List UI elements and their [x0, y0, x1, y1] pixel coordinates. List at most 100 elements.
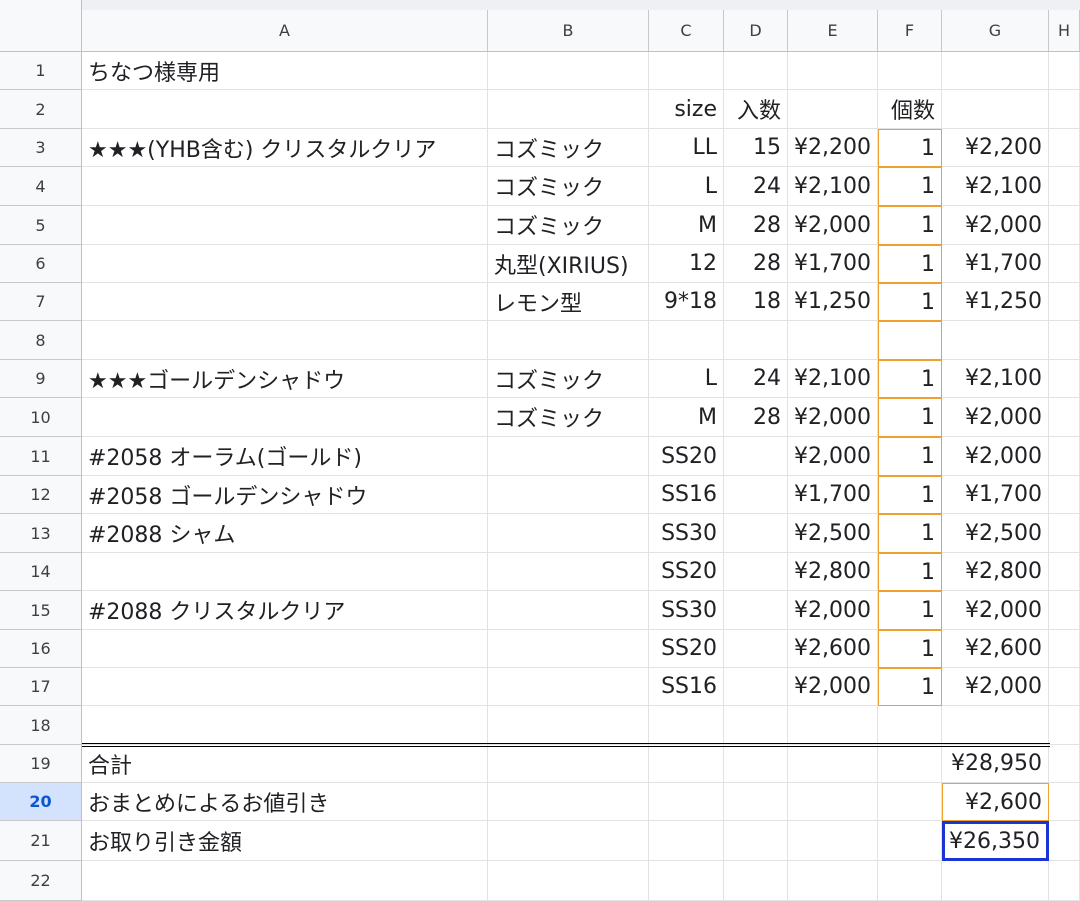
cell-f1[interactable] — [878, 52, 942, 90]
cell-h5[interactable] — [1049, 206, 1080, 245]
cell-g10[interactable]: ¥2,000 — [942, 398, 1049, 437]
cell-g8[interactable] — [942, 321, 1049, 360]
cell-c8[interactable] — [649, 321, 724, 360]
cell-b17[interactable] — [488, 668, 649, 706]
cell-f22[interactable] — [878, 861, 942, 901]
cell-a15[interactable]: #2088 クリスタルクリア — [82, 591, 488, 630]
cell-h12[interactable] — [1049, 476, 1080, 514]
row-header-14[interactable]: 14 — [0, 553, 82, 591]
cell-g2[interactable] — [942, 90, 1049, 129]
cell-g4[interactable]: ¥2,100 — [942, 167, 1049, 206]
cell-h19[interactable] — [1049, 745, 1080, 783]
cell-e5[interactable]: ¥2,000 — [788, 206, 878, 245]
cell-a18[interactable] — [82, 706, 488, 745]
cell-h17[interactable] — [1049, 668, 1080, 706]
cell-h16[interactable] — [1049, 630, 1080, 668]
cell-g13[interactable]: ¥2,500 — [942, 514, 1049, 553]
cell-h15[interactable] — [1049, 591, 1080, 630]
cell-a7[interactable] — [82, 283, 488, 321]
row-header-11[interactable]: 11 — [0, 437, 82, 476]
cell-d20[interactable] — [724, 783, 788, 821]
cell-b10[interactable]: コズミック — [488, 398, 649, 437]
cell-b18[interactable] — [488, 706, 649, 745]
cell-h22[interactable] — [1049, 861, 1080, 901]
cell-b1[interactable] — [488, 52, 649, 90]
cell-b7[interactable]: レモン型 — [488, 283, 649, 321]
cell-b12[interactable] — [488, 476, 649, 514]
cell-h9[interactable] — [1049, 360, 1080, 398]
row-header-10[interactable]: 10 — [0, 398, 82, 437]
cell-g11[interactable]: ¥2,000 — [942, 437, 1049, 476]
cell-b13[interactable] — [488, 514, 649, 553]
cell-f11[interactable]: 1 — [878, 437, 942, 476]
row-header-8[interactable]: 8 — [0, 321, 82, 360]
cell-c6[interactable]: 12 — [649, 245, 724, 283]
cell-g5[interactable]: ¥2,000 — [942, 206, 1049, 245]
cell-g20[interactable]: ¥2,600 — [942, 783, 1049, 821]
cell-d9[interactable]: 24 — [724, 360, 788, 398]
cell-c9[interactable]: L — [649, 360, 724, 398]
cell-f17[interactable]: 1 — [878, 668, 942, 706]
column-header-h[interactable]: H — [1049, 10, 1080, 52]
cell-h18[interactable] — [1049, 706, 1080, 745]
cell-d21[interactable] — [724, 821, 788, 861]
row-header-16[interactable]: 16 — [0, 630, 82, 668]
cell-c5[interactable]: M — [649, 206, 724, 245]
cell-g14[interactable]: ¥2,800 — [942, 553, 1049, 591]
cell-a12[interactable]: #2058 ゴールデンシャドウ — [82, 476, 488, 514]
cell-e13[interactable]: ¥2,500 — [788, 514, 878, 553]
cell-d7[interactable]: 18 — [724, 283, 788, 321]
cell-h7[interactable] — [1049, 283, 1080, 321]
cell-d6[interactable]: 28 — [724, 245, 788, 283]
cell-c18[interactable] — [649, 706, 724, 745]
cell-f5[interactable]: 1 — [878, 206, 942, 245]
cell-c15[interactable]: SS30 — [649, 591, 724, 630]
cell-f9[interactable]: 1 — [878, 360, 942, 398]
cell-f12[interactable]: 1 — [878, 476, 942, 514]
cell-b11[interactable] — [488, 437, 649, 476]
cell-f10[interactable]: 1 — [878, 398, 942, 437]
row-header-19[interactable]: 19 — [0, 745, 82, 783]
cell-d15[interactable] — [724, 591, 788, 630]
row-header-22[interactable]: 22 — [0, 861, 82, 901]
cell-b6[interactable]: 丸型(XIRIUS) — [488, 245, 649, 283]
row-header-13[interactable]: 13 — [0, 514, 82, 553]
cell-f3[interactable]: 1 — [878, 129, 942, 167]
cell-h11[interactable] — [1049, 437, 1080, 476]
cell-c10[interactable]: M — [649, 398, 724, 437]
cell-c4[interactable]: L — [649, 167, 724, 206]
cell-d12[interactable] — [724, 476, 788, 514]
cell-c13[interactable]: SS30 — [649, 514, 724, 553]
cell-f16[interactable]: 1 — [878, 630, 942, 668]
cell-h3[interactable] — [1049, 129, 1080, 167]
cell-e10[interactable]: ¥2,000 — [788, 398, 878, 437]
cell-h13[interactable] — [1049, 514, 1080, 553]
cell-c21[interactable] — [649, 821, 724, 861]
cell-b5[interactable]: コズミック — [488, 206, 649, 245]
cell-e7[interactable]: ¥1,250 — [788, 283, 878, 321]
cell-h14[interactable] — [1049, 553, 1080, 591]
cell-a19[interactable]: 合計 — [82, 745, 488, 783]
cell-f4[interactable]: 1 — [878, 167, 942, 206]
row-header-2[interactable]: 2 — [0, 90, 82, 129]
cell-d3[interactable]: 15 — [724, 129, 788, 167]
cell-f2[interactable]: 個数 — [878, 90, 942, 129]
cell-c20[interactable] — [649, 783, 724, 821]
cell-e22[interactable] — [788, 861, 878, 901]
cell-d4[interactable]: 24 — [724, 167, 788, 206]
row-header-18[interactable]: 18 — [0, 706, 82, 745]
cell-d5[interactable]: 28 — [724, 206, 788, 245]
cell-d22[interactable] — [724, 861, 788, 901]
cell-b21[interactable] — [488, 821, 649, 861]
cell-e21[interactable] — [788, 821, 878, 861]
cell-g3[interactable]: ¥2,200 — [942, 129, 1049, 167]
cell-c1[interactable] — [649, 52, 724, 90]
cell-d8[interactable] — [724, 321, 788, 360]
cell-g21[interactable]: ¥26,350 — [942, 821, 1049, 861]
cell-a2[interactable] — [82, 90, 488, 129]
cell-c14[interactable]: SS20 — [649, 553, 724, 591]
row-header-6[interactable]: 6 — [0, 245, 82, 283]
cell-e19[interactable] — [788, 745, 878, 783]
cell-h20[interactable] — [1049, 783, 1080, 821]
cell-a16[interactable] — [82, 630, 488, 668]
